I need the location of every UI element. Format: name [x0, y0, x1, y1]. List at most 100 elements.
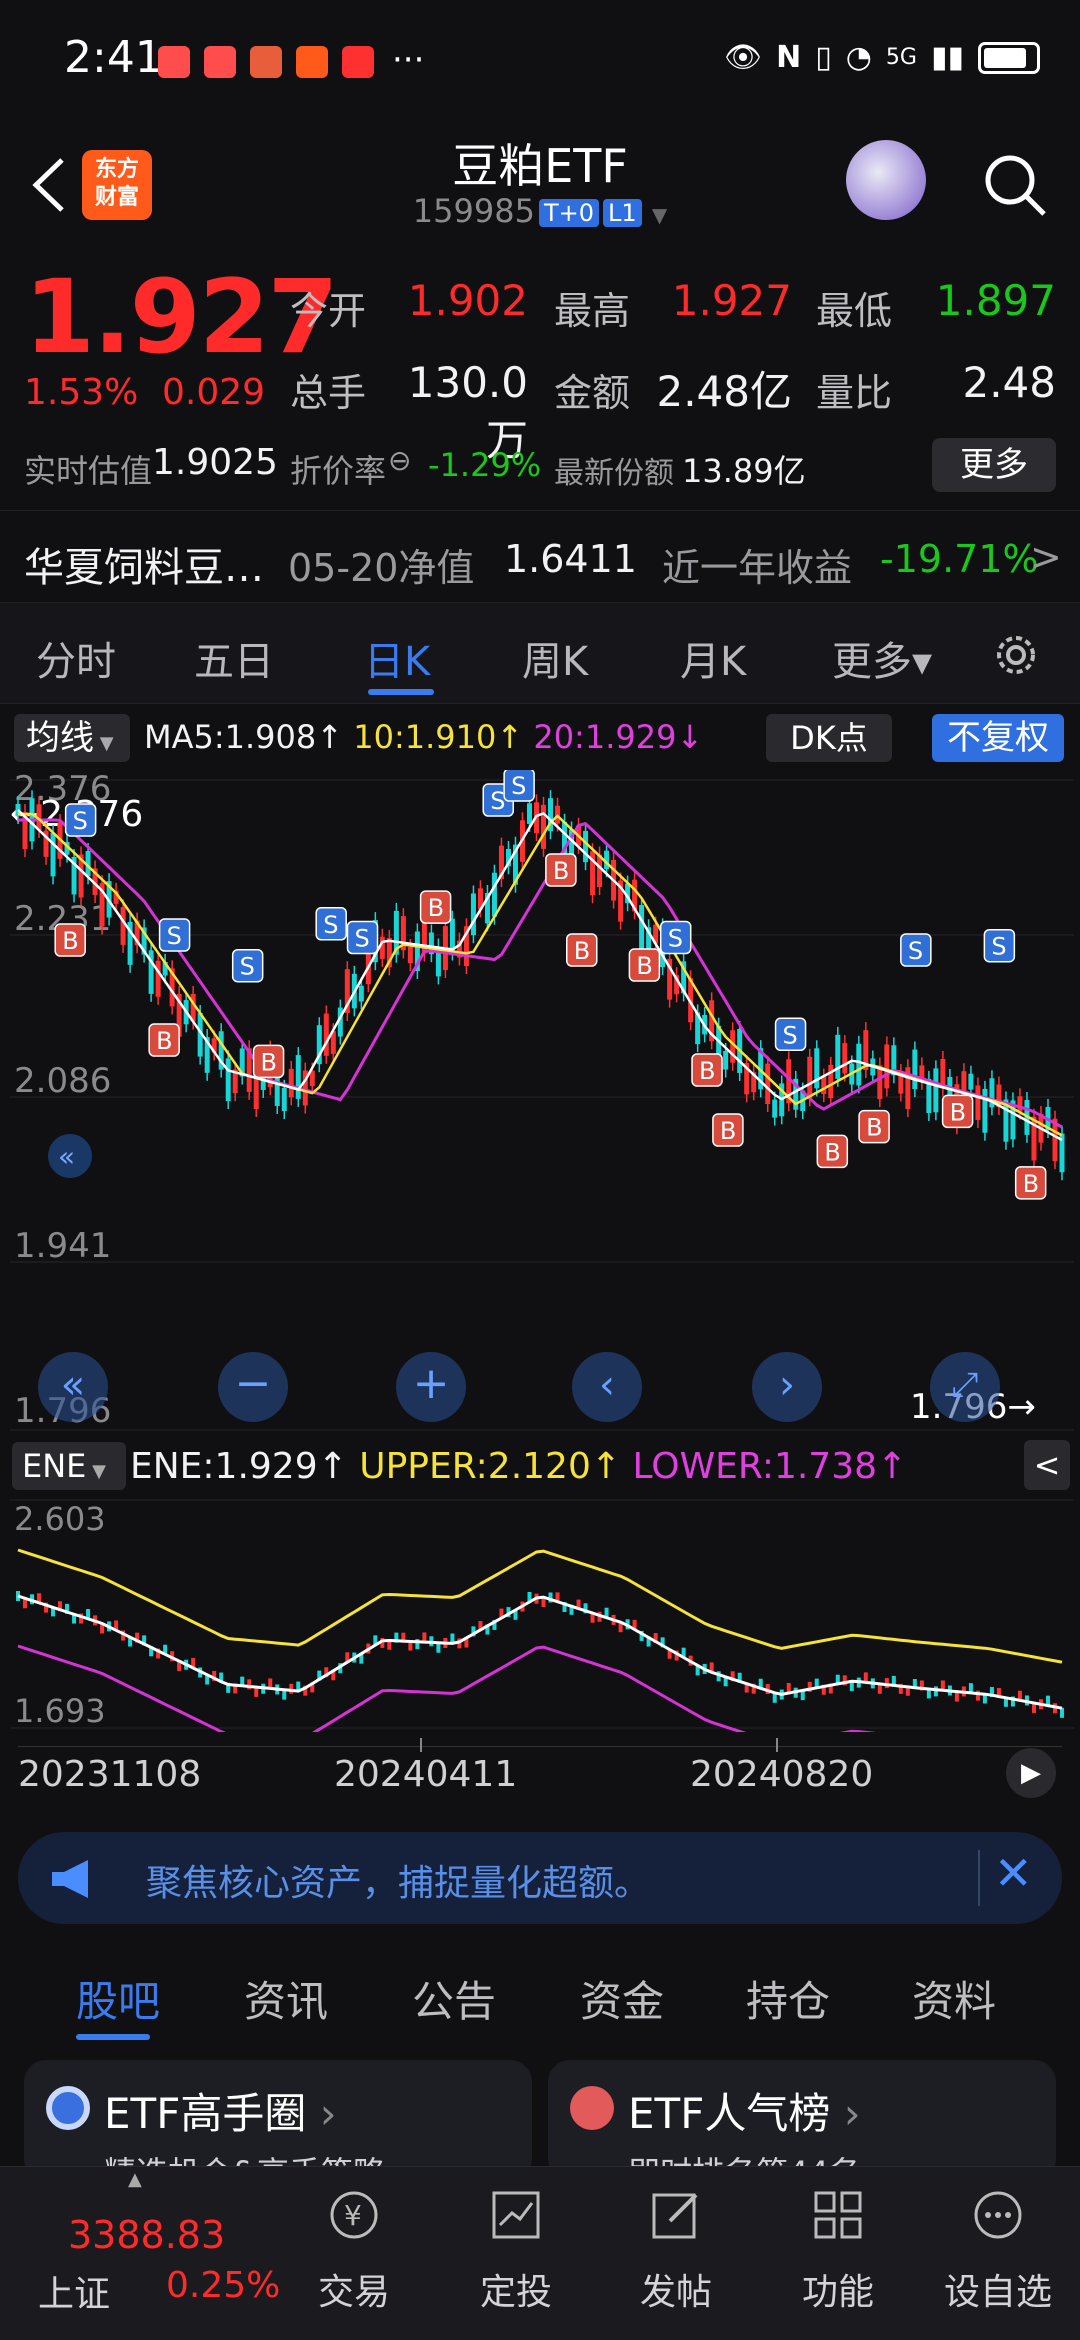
- active-tab-indicator: [368, 689, 434, 695]
- app-notification-icon: [158, 46, 190, 78]
- card-title: ETF高手圈 ›: [104, 2089, 337, 2138]
- tab-intraday[interactable]: 分时: [36, 629, 116, 687]
- low-label: 最低: [816, 289, 893, 333]
- candle-body: [526, 803, 532, 824]
- ma10-value: 10:1.910↑: [353, 718, 524, 756]
- candle-body: [856, 1043, 862, 1086]
- tab-guba[interactable]: 股吧: [76, 1968, 160, 2029]
- ma-selector[interactable]: 均线 ▼: [14, 714, 130, 762]
- shares-value: 13.89亿: [682, 452, 806, 490]
- signal-letter: S: [668, 925, 683, 953]
- signal-letter: B: [62, 927, 78, 955]
- signal-letter: S: [240, 953, 255, 981]
- ene-y-top: 2.603: [14, 1500, 106, 1538]
- fullscreen-icon[interactable]: ⤢: [930, 1352, 1000, 1422]
- open-value: 1.902: [407, 276, 528, 325]
- banner-text: 聚焦核心资产，捕捉量化超额。: [146, 1863, 651, 1904]
- tab-fixed-investment[interactable]: 定投: [436, 2167, 596, 2340]
- edit-icon: [652, 2193, 698, 2239]
- candle-body: [50, 833, 56, 877]
- tab-daily-k[interactable]: 日K: [364, 629, 430, 687]
- fund-name: 华夏饲料豆…: [24, 545, 264, 591]
- zoom-in-button[interactable]: +: [396, 1352, 466, 1422]
- candle-body: [842, 1043, 848, 1074]
- more-button[interactable]: 更多: [932, 438, 1056, 492]
- ma-indicator-bar: 均线 ▼ MA5:1.908↑ 10:1.910↑ 20:1.929↓ DK点 …: [0, 706, 1080, 766]
- ene-value: ENE:1.929↑: [130, 1446, 348, 1487]
- candle-body: [155, 960, 161, 997]
- volume-ratio-value: 2.48: [962, 358, 1056, 407]
- candle-body: [884, 1044, 890, 1089]
- candle-body: [975, 1085, 981, 1120]
- ai-assistant-avatar[interactable]: [846, 140, 926, 220]
- tab-add-watchlist[interactable]: 设自选: [918, 2167, 1078, 2340]
- tab-announcements[interactable]: 公告: [412, 1968, 496, 2029]
- etf-popularity-card[interactable]: ETF人气榜 › 即时排名第44名: [548, 2060, 1056, 2180]
- no-adjust-button[interactable]: 不复权: [932, 714, 1064, 762]
- level1-badge: L1: [603, 199, 642, 227]
- scroll-right-button[interactable]: ›: [752, 1352, 822, 1422]
- signal-letter: B: [553, 857, 569, 885]
- t0-badge: T+0: [538, 199, 599, 227]
- discount-label: 折价率: [290, 452, 387, 490]
- amount-value: 2.48亿: [656, 367, 792, 416]
- tab-monthly-k[interactable]: 月K: [680, 629, 746, 687]
- tab-post[interactable]: 发帖: [596, 2167, 756, 2340]
- dk-point-button[interactable]: DK点: [766, 714, 892, 762]
- high-value: 1.927: [671, 276, 792, 325]
- index-ticker[interactable]: ▲ 3388.83 上证 0.25%: [0, 2167, 280, 2340]
- ene-indicator-bar: ENE ▼ ENE:1.929↑ UPPER:2.120↑ LOWER:1.73…: [0, 1436, 1080, 1496]
- scroll-left-far-button[interactable]: «: [38, 1352, 108, 1422]
- signal-letter: B: [156, 1027, 172, 1055]
- tab-capital-flow[interactable]: 资金: [580, 1968, 664, 2029]
- tab-more[interactable]: 更多▾: [832, 629, 932, 687]
- etf-expert-circle-card[interactable]: ETF高手圈 › 精选机会&高手策略: [24, 2060, 532, 2180]
- candle-body: [583, 830, 589, 863]
- play-forward-icon[interactable]: ▶: [1006, 1748, 1056, 1798]
- ene-chart[interactable]: 2.603 1.693: [10, 1496, 1074, 1732]
- ene-candlesticks: [16, 1591, 1064, 1718]
- one-year-return-label: 近一年收益: [662, 546, 853, 590]
- ene-upper-line: [17, 1548, 1063, 1664]
- scroll-left-button[interactable]: ‹: [572, 1352, 642, 1422]
- app-notification-icon: [296, 46, 328, 78]
- y-label: 1.941: [14, 1226, 111, 1266]
- status-indicators: 👁 N ▯ ◔ 5G ▮▮: [724, 40, 1040, 75]
- signal-letter: S: [73, 807, 88, 835]
- tab-news[interactable]: 资讯: [244, 1968, 328, 2029]
- tab-holdings[interactable]: 持仓: [746, 1968, 830, 2029]
- candle-body: [814, 1048, 820, 1089]
- indicator-selector-label: ENE: [22, 1447, 87, 1485]
- ma5-value: MA5:1.908↑: [144, 718, 344, 756]
- candle-body: [358, 985, 364, 1002]
- change-percent: 1.53%: [24, 372, 139, 413]
- candle-body: [765, 1063, 771, 1104]
- indicator-selector[interactable]: ENE ▼: [12, 1442, 126, 1490]
- iopv-value: 1.9025: [152, 442, 278, 483]
- signal-letter: B: [428, 894, 444, 922]
- ma-selector-label: 均线: [26, 718, 94, 758]
- tab-functions[interactable]: 功能: [758, 2167, 918, 2340]
- kline-chart[interactable]: 2.376 2.231 2.086 1.941 1.796 ←2.376 1.7…: [10, 770, 1074, 1440]
- zoom-out-button[interactable]: −: [218, 1352, 288, 1422]
- candle-body: [1017, 1096, 1023, 1112]
- candle-body: [225, 1058, 231, 1102]
- search-icon[interactable]: [980, 150, 1050, 220]
- tab-weekly-k[interactable]: 周K: [522, 629, 588, 687]
- tab-five-day[interactable]: 五日: [194, 629, 274, 687]
- ma20-value: 20:1.929↓: [533, 718, 704, 756]
- signal-letter: B: [866, 1114, 882, 1142]
- tab-profile[interactable]: 资料: [912, 1968, 996, 2029]
- settings-gear-icon[interactable]: [990, 629, 1042, 681]
- signal-letter: B: [574, 937, 590, 965]
- tab-trade[interactable]: ¥ 交易: [274, 2167, 434, 2340]
- close-icon[interactable]: ✕: [994, 1846, 1033, 1900]
- vibrate-icon: ▯: [815, 40, 832, 75]
- more-notifications-icon: ···: [392, 40, 425, 80]
- collapse-indicator-button[interactable]: <: [1024, 1440, 1070, 1490]
- promo-banner[interactable]: 聚焦核心资产，捕捉量化超额。 ✕: [18, 1832, 1062, 1924]
- ene-values: ENE:1.929↑ UPPER:2.120↑ LOWER:1.738↑: [130, 1446, 907, 1487]
- info-icon[interactable]: ⊖: [388, 444, 411, 477]
- candle-body: [379, 936, 385, 959]
- linked-fund-row[interactable]: 华夏饲料豆… 05-20净值 1.6411 近一年收益 -19.71% >: [0, 510, 1080, 600]
